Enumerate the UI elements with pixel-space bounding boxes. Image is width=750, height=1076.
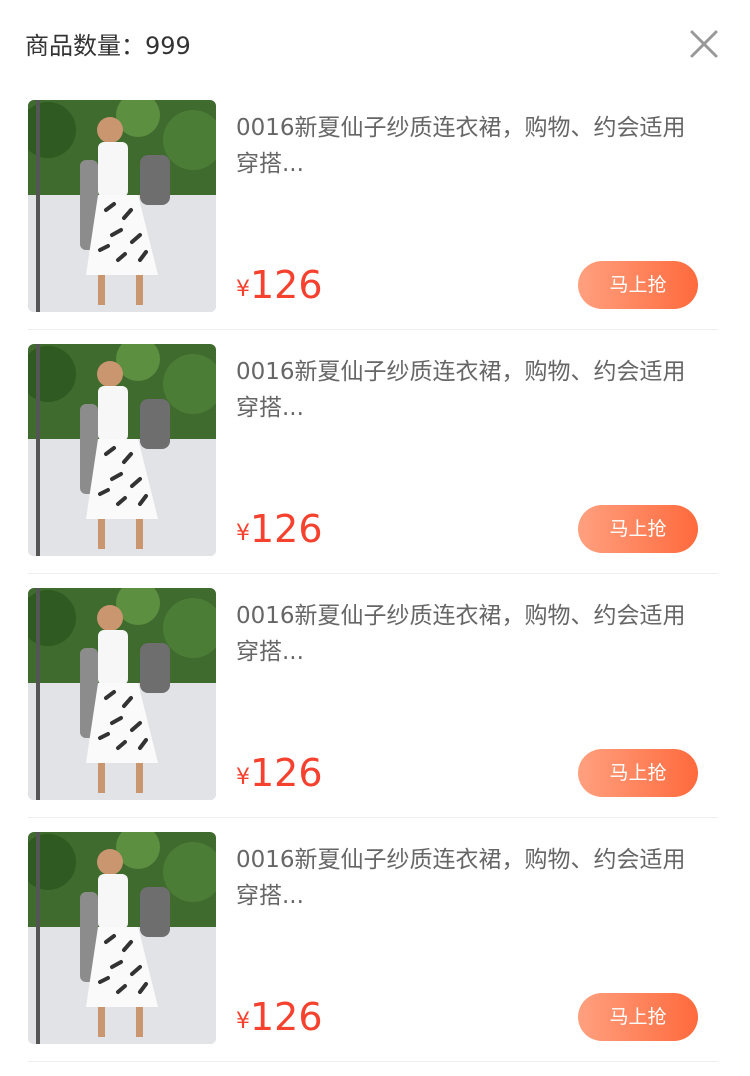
price-currency: ¥ [236, 277, 250, 302]
product-count: 商品数量：999 [25, 30, 191, 62]
product-image[interactable] [28, 344, 216, 556]
product-count-value: 999 [145, 32, 191, 60]
product-price: ¥126 [236, 992, 323, 1042]
product-image[interactable] [28, 832, 216, 1044]
price-value: 126 [250, 507, 323, 551]
close-button[interactable] [684, 24, 724, 64]
price-value: 126 [250, 263, 323, 307]
product-price: ¥126 [236, 260, 323, 310]
product-image[interactable] [28, 100, 216, 312]
buy-now-button[interactable]: 马上抢 [578, 749, 698, 797]
price-value: 126 [250, 995, 323, 1039]
popup-header: 商品数量：999 [0, 0, 750, 90]
close-icon [690, 30, 718, 58]
product-count-label: 商品数量： [25, 32, 145, 60]
buy-now-button[interactable]: 马上抢 [578, 505, 698, 553]
product-title[interactable]: 0016新夏仙子纱质连衣裙，购物、约会适用穿搭... [236, 354, 686, 426]
divider [28, 817, 718, 818]
product-item[interactable]: 0016新夏仙子纱质连衣裙，购物、约会适用穿搭... ¥126 马上抢 [28, 588, 718, 832]
divider [28, 1061, 718, 1062]
product-price: ¥126 [236, 748, 323, 798]
buy-now-button[interactable]: 马上抢 [578, 993, 698, 1041]
price-currency: ¥ [236, 765, 250, 790]
product-title[interactable]: 0016新夏仙子纱质连衣裙，购物、约会适用穿搭... [236, 842, 686, 914]
product-price: ¥126 [236, 504, 323, 554]
buy-now-button[interactable]: 马上抢 [578, 261, 698, 309]
product-item[interactable]: 0016新夏仙子纱质连衣裙，购物、约会适用穿搭... ¥126 马上抢 [28, 832, 718, 1076]
product-item[interactable]: 0016新夏仙子纱质连衣裙，购物、约会适用穿搭... ¥126 马上抢 [28, 100, 718, 344]
product-item[interactable]: 0016新夏仙子纱质连衣裙，购物、约会适用穿搭... ¥126 马上抢 [28, 344, 718, 588]
product-title[interactable]: 0016新夏仙子纱质连衣裙，购物、约会适用穿搭... [236, 598, 686, 670]
divider [28, 573, 718, 574]
divider [28, 329, 718, 330]
price-value: 126 [250, 751, 323, 795]
product-title[interactable]: 0016新夏仙子纱质连衣裙，购物、约会适用穿搭... [236, 110, 686, 182]
product-image[interactable] [28, 588, 216, 800]
price-currency: ¥ [236, 521, 250, 546]
price-currency: ¥ [236, 1009, 250, 1034]
